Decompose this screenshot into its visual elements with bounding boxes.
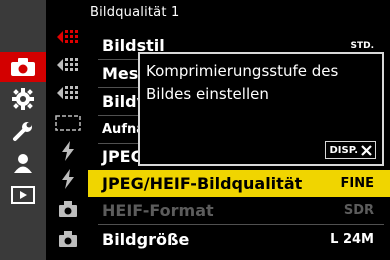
focus-icon xyxy=(55,115,81,131)
menu-item-label: JPEG/HEIF-Bildqualität xyxy=(102,174,303,193)
divider xyxy=(98,224,384,225)
close-icon xyxy=(361,144,372,156)
flash-icon xyxy=(62,141,74,161)
subtab-flash-1[interactable] xyxy=(48,138,88,164)
disp-label: DISP. xyxy=(329,144,358,156)
help-text: Komprimierungsstufe des Bildes einstelle… xyxy=(146,62,339,103)
camera-small-icon xyxy=(59,201,77,217)
menu-item-value: SDR xyxy=(343,203,374,218)
menu-title: Bildqualität 1 xyxy=(90,5,180,20)
flash-icon xyxy=(62,169,74,189)
image-quality-icon xyxy=(57,30,78,43)
playback-icon xyxy=(11,186,35,204)
menu-item-value: FINE xyxy=(340,176,374,191)
camera-icon xyxy=(11,58,35,76)
tab-my-menu[interactable] xyxy=(0,148,46,178)
image-quality-icon xyxy=(57,86,78,99)
gear-icon xyxy=(12,88,34,110)
menu-item-jpeg-heif-quality[interactable]: JPEG/HEIF-Bildqualität FINE xyxy=(88,170,390,197)
menu-item-value: L 24M xyxy=(330,232,374,247)
tab-playback[interactable] xyxy=(0,180,46,210)
subtab-image-quality-2[interactable] xyxy=(48,52,88,78)
subtab-image-quality-1[interactable] xyxy=(48,24,88,50)
subtab-flash-2[interactable] xyxy=(48,166,88,192)
image-quality-icon xyxy=(57,58,78,71)
tab-photo[interactable] xyxy=(0,52,46,82)
tab-column xyxy=(0,0,46,260)
person-icon xyxy=(14,154,32,173)
camera-small-icon xyxy=(59,231,77,247)
tab-setup[interactable] xyxy=(0,116,46,146)
subtab-column xyxy=(48,0,88,260)
menu-item-label: Bildgröße xyxy=(102,230,190,249)
help-close-button[interactable]: DISP. xyxy=(325,141,376,159)
subtab-other-2[interactable] xyxy=(48,226,88,252)
tab-custom[interactable] xyxy=(0,84,46,114)
subtab-other-1[interactable] xyxy=(48,196,88,222)
menu-item-bildgroesse[interactable]: Bildgröße L 24M xyxy=(88,226,390,253)
wrench-icon xyxy=(13,122,32,141)
menu-item-label: HEIF-Format xyxy=(102,201,214,220)
help-popup: Komprimierungsstufe des Bildes einstelle… xyxy=(138,52,384,166)
photo-style-icon: STD. xyxy=(350,40,374,51)
subtab-focus[interactable] xyxy=(48,110,88,136)
menu-item-heif-format[interactable]: HEIF-Format SDR xyxy=(88,197,390,224)
subtab-image-quality-3[interactable] xyxy=(48,80,88,106)
